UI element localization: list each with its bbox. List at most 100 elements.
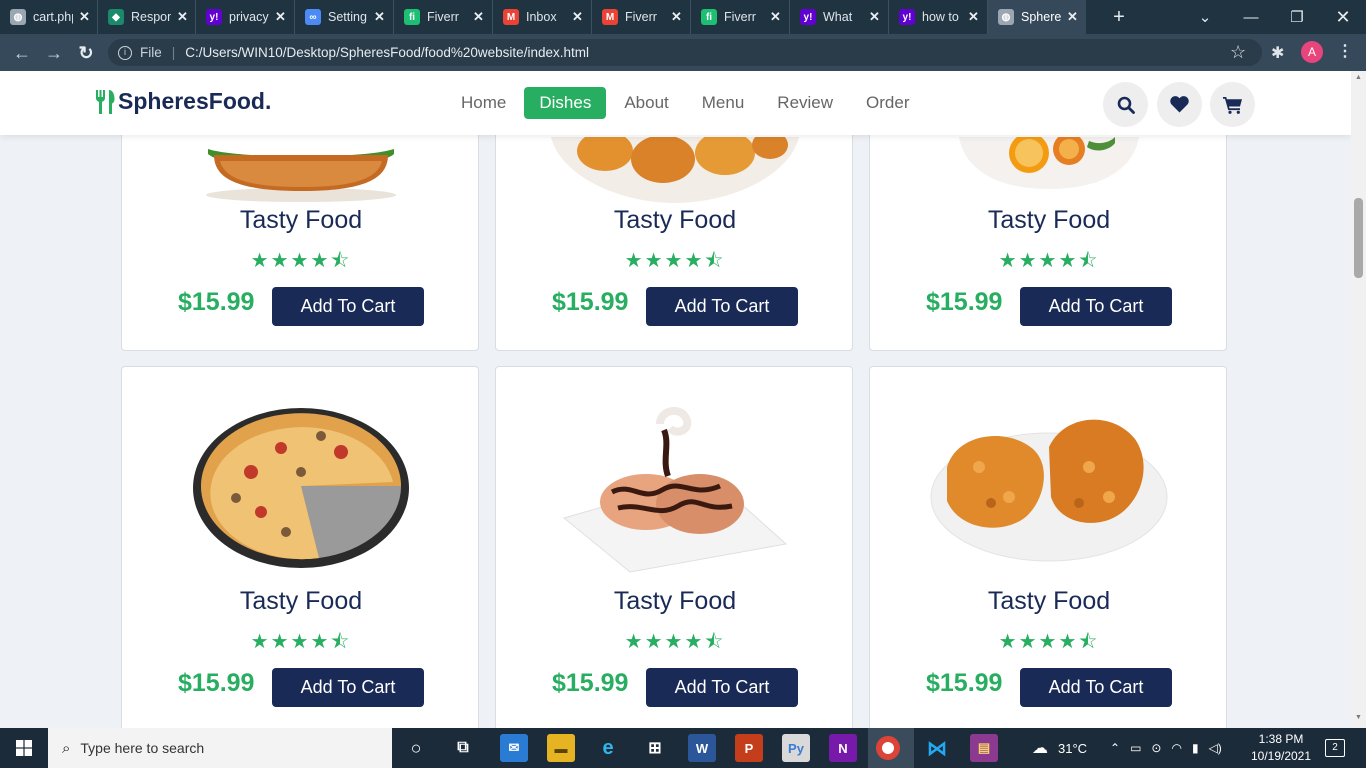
add-to-cart-button[interactable]: Add To Cart [1020,287,1172,326]
add-to-cart-button[interactable]: Add To Cart [646,668,798,707]
store-icon[interactable]: ⊞ [641,734,669,762]
tab-close-icon[interactable]: ✕ [79,9,90,25]
add-to-cart-button[interactable]: Add To Cart [646,287,798,326]
vscode-icon[interactable]: ⋈ [923,734,951,762]
add-to-cart-button[interactable]: Add To Cart [272,668,424,707]
winrar-icon[interactable]: ▤ [970,734,998,762]
tab-label: Respon [131,10,171,24]
clock-time: 1:38 PM [1258,732,1304,746]
tab-close-icon[interactable]: ✕ [869,9,880,25]
word-icon[interactable]: W [688,734,716,762]
keyboard-icon[interactable]: ▭ [1130,741,1141,755]
browser-tab[interactable]: ◍ cart.php ✕ [0,0,98,34]
back-button[interactable]: ← [10,41,34,65]
tab-close-icon[interactable]: ✕ [275,9,286,25]
notification-center-icon[interactable]: 2 [1325,739,1345,757]
search-button[interactable] [1103,82,1148,127]
cortana-icon[interactable]: ○ [402,734,430,762]
task-view-icon[interactable]: ⧉ [449,734,477,762]
python-icon[interactable]: Py [782,734,810,762]
browser-tab[interactable]: ◍ Sphere ✕ [988,0,1086,34]
add-to-cart-button[interactable]: Add To Cart [1020,668,1172,707]
tab-close-icon[interactable]: ✕ [177,9,188,25]
taskbar-search[interactable]: ⌕ Type here to search [48,728,392,768]
powerpoint-icon[interactable]: P [735,734,763,762]
show-hidden-icons-icon[interactable]: ⌃ [1110,741,1120,755]
browser-toolbar: ← → ↻ i File | C:/Users/WIN10/Desktop/Sp… [0,34,1366,71]
tab-close-icon[interactable]: ✕ [1067,9,1078,25]
browser-tab[interactable]: fi Fiverr ✕ [691,0,790,34]
scroll-thumb[interactable] [1354,198,1363,278]
dish-rating-stars: ★★★★⯪ [998,250,1100,272]
dish-price: $15.99 [552,669,629,697]
temperature-label[interactable]: 31°C [1058,741,1087,756]
reload-button[interactable]: ↻ [74,41,98,65]
tab-search-icon[interactable]: ⌄ [1182,0,1228,34]
nav-link-dishes[interactable]: Dishes [524,87,607,119]
extensions-icon[interactable]: ✱ [1271,43,1284,63]
page-scrollbar[interactable]: ▲ ▼ [1351,71,1366,728]
dish-rating-stars: ★★★★⯪ [624,631,726,653]
dish-image-pizza [122,397,478,577]
nav-link-about[interactable]: About [609,87,683,119]
close-window-button[interactable]: ✕ [1320,0,1366,34]
browser-tab[interactable]: fi Fiverr ✕ [394,0,493,34]
mail-icon[interactable]: ✉ [500,734,528,762]
battery-icon[interactable]: ▮ [1192,741,1199,755]
volume-icon[interactable]: ◁) [1209,741,1222,755]
add-to-cart-button[interactable]: Add To Cart [272,287,424,326]
wishlist-button[interactable] [1157,82,1202,127]
info-icon[interactable]: i [118,45,132,60]
address-url[interactable]: C:/Users/WIN10/Desktop/SpheresFood/food%… [185,45,589,60]
profile-avatar[interactable]: A [1301,41,1323,63]
tab-close-icon[interactable]: ✕ [770,9,781,25]
gmail-icon: M [602,9,618,25]
tab-close-icon[interactable]: ✕ [374,9,385,25]
tab-label: Inbox [526,10,557,24]
tab-label: Sphere [1021,10,1061,24]
forward-button[interactable]: → [42,41,66,65]
start-button[interactable] [0,728,48,768]
taskbar-search-placeholder: Type here to search [80,740,205,756]
site-logo[interactable]: SpheresFood. [94,88,271,115]
browser-tab[interactable]: y! privacy ✕ [196,0,295,34]
tab-close-icon[interactable]: ✕ [671,9,682,25]
tab-close-icon[interactable]: ✕ [968,9,979,25]
browser-tab[interactable]: y! What ✕ [790,0,889,34]
edge-icon[interactable]: e [594,734,622,762]
chrome-icon[interactable] [876,736,900,760]
nav-link-home[interactable]: Home [446,87,521,119]
new-tab-button[interactable]: + [1108,6,1130,28]
address-separator: | [171,45,176,60]
nav-link-order[interactable]: Order [851,87,924,119]
nav-link-menu[interactable]: Menu [687,87,760,119]
onenote-icon[interactable]: N [829,734,857,762]
minimize-button[interactable]: — [1228,0,1274,34]
site-header: SpheresFood. Home Dishes About Menu Review Or… [0,71,1351,135]
address-prefix: File [140,45,162,60]
nav-link-review[interactable]: Review [762,87,848,119]
restore-button[interactable]: ❐ [1274,0,1320,34]
browser-tab[interactable]: M Fiverr ✕ [592,0,691,34]
browser-tab[interactable]: y! how to ✕ [889,0,988,34]
browser-tab[interactable]: ∞ Setting ✕ [295,0,394,34]
tab-close-icon[interactable]: ✕ [473,9,484,25]
cart-button[interactable] [1210,82,1255,127]
dish-title: Tasty Food [239,587,363,615]
main-nav: Home Dishes About Menu Review Order [446,87,928,119]
file-explorer-icon[interactable]: ▬ [547,734,575,762]
browser-tab[interactable]: ◆ Respon ✕ [98,0,196,34]
scroll-up-arrow[interactable]: ▲ [1354,73,1363,82]
wifi-icon[interactable]: ◠ [1171,741,1181,755]
tab-close-icon[interactable]: ✕ [572,9,583,25]
taskbar-clock[interactable]: 1:38 PM 10/19/2021 [1246,731,1316,765]
tab-label: What [823,10,853,24]
scroll-down-arrow[interactable]: ▼ [1354,713,1363,722]
bookmark-star-icon[interactable]: ☆ [1230,42,1246,63]
browser-tab[interactable]: M Inbox ✕ [493,0,592,34]
gmail-icon: M [503,9,519,25]
menu-kebab-icon[interactable]: ⋮ [1337,41,1353,61]
device-icon[interactable]: ⊙ [1151,741,1161,755]
address-bar[interactable]: i File | C:/Users/WIN10/Desktop/SpheresF… [108,39,1262,66]
weather-icon[interactable]: ☁ [1032,738,1048,758]
